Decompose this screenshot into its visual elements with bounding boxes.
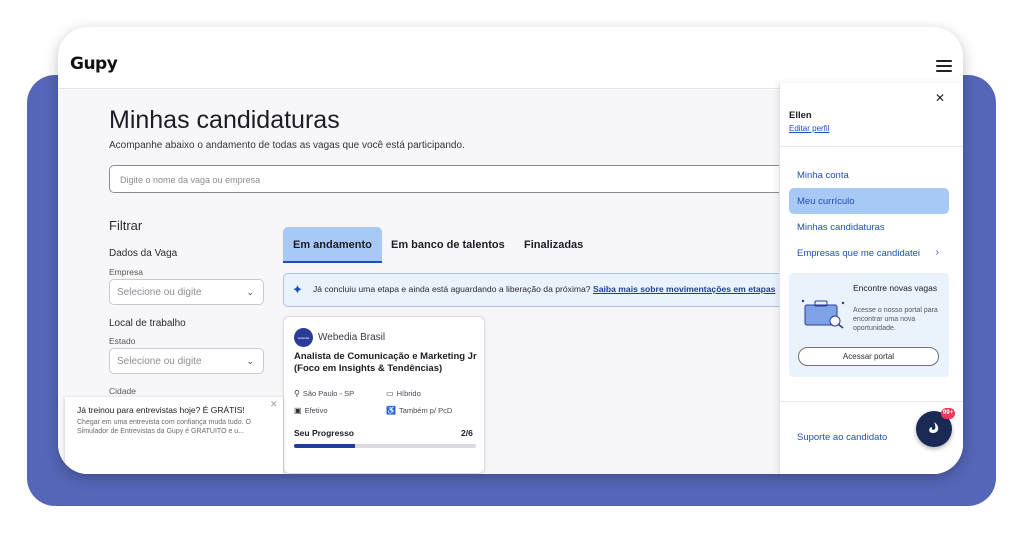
briefcase-icon: ▣ — [294, 406, 302, 415]
job-location-text: São Paulo - SP — [302, 389, 355, 398]
hamburger-menu-icon[interactable] — [936, 60, 952, 72]
job-pcd-text: Também p/ PcD — [398, 406, 453, 415]
gupy-logo[interactable]: Gupy — [70, 54, 118, 74]
company-name: Webedia Brasil — [318, 332, 386, 343]
page-subtitle: Acompanhe abaixo o andamento de todas as… — [109, 140, 465, 151]
portal-promo: Encontre novas vagas Acesse o nosso port… — [789, 273, 949, 377]
filter-title: Filtrar — [109, 218, 143, 233]
info-banner: ✦ Já concluiu uma etapa e ainda está agu… — [283, 273, 783, 307]
progress-value: 2/6 — [461, 428, 473, 438]
filter-section-location: Local de trabalho — [109, 318, 186, 329]
company-select[interactable]: Selecione ou digite ⌄ — [109, 279, 264, 305]
state-select[interactable]: Selecione ou digite ⌄ — [109, 348, 264, 374]
promo-text: Acesse o nosso portal para encontrar uma… — [853, 307, 938, 332]
top-bar: Gupy — [58, 27, 963, 89]
close-icon[interactable]: ✕ — [270, 399, 278, 410]
job-title[interactable]: Analista de Comunicação e Marketing Jr (… — [294, 351, 480, 375]
sparkle-icon: ✦ — [292, 282, 303, 297]
chevron-down-icon: ⌄ — [246, 356, 254, 366]
interview-toast[interactable]: Já treinou para entrevistas hoje? É GRÁT… — [65, 397, 283, 474]
application-card[interactable]: webedia Webedia Brasil Analista de Comun… — [283, 316, 485, 474]
job-contract: ▣ Efetivo — [294, 406, 328, 415]
app-window: Gupy Minhas candidaturas Acompanhe abaix… — [58, 27, 963, 474]
chevron-down-icon: ⌄ — [246, 287, 254, 297]
drawer-item-companies[interactable]: Empresas que me candidatei › — [789, 240, 949, 266]
filter-section-job: Dados da Vaga — [109, 248, 178, 259]
job-work-model: ▭ Híbrido — [386, 389, 421, 398]
drawer-item-resume[interactable]: Meu currículo — [789, 188, 949, 214]
job-work-model-text: Híbrido — [396, 389, 421, 398]
search-input[interactable]: Digite o nome da vaga ou empresa — [109, 165, 809, 193]
job-location: ⚲ São Paulo - SP — [294, 389, 354, 398]
briefcase-illustration-icon — [801, 299, 845, 329]
close-icon[interactable]: ✕ — [935, 91, 945, 105]
progress-bar — [294, 444, 476, 448]
page-title: Minhas candidaturas — [109, 106, 340, 134]
chevron-right-icon: › — [935, 247, 939, 258]
drawer-divider — [780, 146, 963, 147]
chat-icon — [929, 422, 939, 434]
company-select-placeholder: Selecione ou digite — [117, 287, 202, 298]
notification-badge: 99+ — [941, 408, 955, 419]
promo-title: Encontre novas vagas — [853, 283, 938, 293]
progress-bar-fill — [294, 444, 355, 448]
drawer-user-name: Ellen — [789, 110, 812, 121]
edit-profile-link[interactable]: Editar perfil — [789, 124, 829, 133]
job-contract-text: Efetivo — [304, 406, 328, 415]
chat-fab-button[interactable]: 99+ — [916, 408, 955, 447]
drawer-item-applications[interactable]: Minhas candidaturas — [789, 214, 949, 240]
monitor-icon: ▭ — [386, 389, 394, 398]
info-banner-link[interactable]: Saiba mais sobre movimentações em etapas — [593, 284, 775, 294]
accessibility-icon: ♿ — [386, 406, 396, 415]
state-select-placeholder: Selecione ou digite — [117, 356, 202, 367]
drawer-item-account[interactable]: Minha conta — [789, 162, 949, 188]
drawer-divider — [780, 401, 963, 402]
toast-title: Já treinou para entrevistas hoje? É GRÁT… — [77, 405, 245, 415]
toast-body: Chegar em uma entrevista com confiança m… — [77, 419, 251, 435]
company-label: Empresa — [109, 267, 144, 277]
city-label: Cidade — [109, 386, 136, 396]
location-pin-icon: ⚲ — [294, 389, 300, 398]
tab-in-progress[interactable]: Em andamento — [283, 227, 382, 263]
state-label: Estado — [109, 336, 136, 346]
access-portal-button[interactable]: Acessar portal — [798, 347, 939, 366]
job-pcd: ♿ Também p/ PcD — [386, 406, 452, 415]
tab-talent-pool[interactable]: Em banco de talentos — [391, 227, 505, 263]
info-banner-text: Já concluiu uma etapa e ainda está aguar… — [313, 284, 591, 294]
progress-label: Seu Progresso — [294, 428, 354, 438]
candidate-support-link[interactable]: Suporte ao candidato — [797, 432, 887, 443]
company-logo: webedia — [294, 328, 313, 347]
tab-finished[interactable]: Finalizadas — [524, 227, 583, 263]
drawer-item-companies-label: Empresas que me candidatei — [797, 248, 921, 259]
